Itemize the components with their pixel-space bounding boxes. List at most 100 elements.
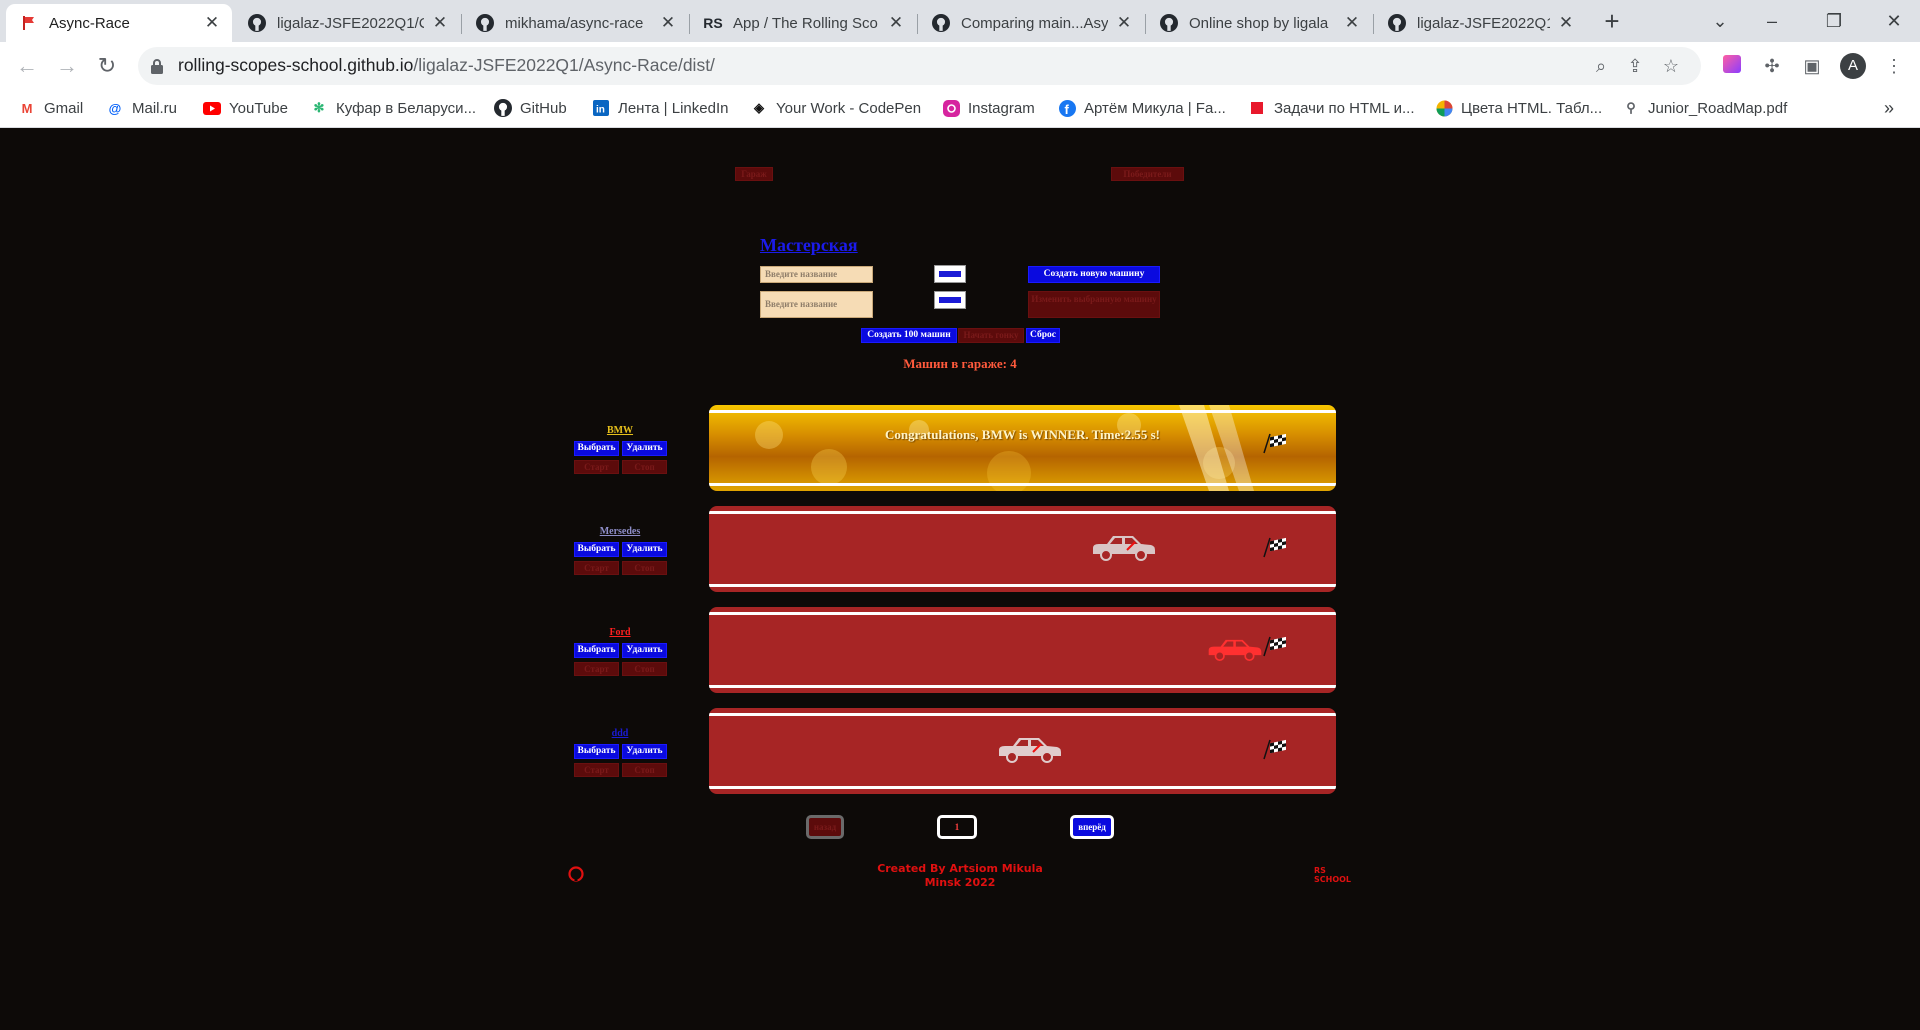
tab-close-icon[interactable]: ✕: [1114, 13, 1134, 33]
tab-close-icon[interactable]: ✕: [430, 13, 450, 33]
forward-icon[interactable]: →: [52, 51, 82, 81]
tab-github-2[interactable]: mikhama/async-race ✕: [462, 4, 688, 42]
bookmark-linkedin[interactable]: in Лента | LinkedIn: [592, 90, 728, 126]
tab-close-icon[interactable]: ✕: [202, 13, 222, 33]
bookmark-kufar[interactable]: ✻ Куфар в Беларуси...: [310, 90, 477, 126]
kufar-icon: ✻: [313, 100, 325, 115]
race-track: [709, 607, 1336, 693]
remove-car-button[interactable]: Удалить: [622, 643, 667, 658]
bookmark-html-tasks[interactable]: Задачи по HTML и...: [1248, 90, 1415, 126]
stop-engine-button[interactable]: Стоп: [622, 662, 667, 676]
garage-nav-button[interactable]: Гараж: [735, 167, 773, 181]
tab-search-chevron-icon[interactable]: ⌄: [1700, 6, 1740, 36]
more-bookmarks-chevron[interactable]: »: [1884, 90, 1894, 126]
tab-async-race[interactable]: Async-Race ✕: [6, 4, 232, 42]
tab-github-3[interactable]: Comparing main...Asy ✕: [918, 4, 1144, 42]
start-engine-button[interactable]: Старт: [574, 662, 619, 676]
back-icon[interactable]: ←: [12, 51, 42, 81]
generate-cars-button[interactable]: Создать 100 машин: [861, 328, 957, 343]
tab-github-1[interactable]: ligalaz-JSFE2022Q1/C ✕: [234, 4, 460, 42]
create-car-button[interactable]: Создать новую машину: [1028, 266, 1160, 283]
bookmark-youtube[interactable]: YouTube: [203, 90, 288, 126]
car-icon: [1091, 534, 1157, 567]
tab-rs-app[interactable]: RS App / The Rolling Sco ✕: [690, 4, 916, 42]
color-swatch: [939, 297, 961, 303]
select-car-button[interactable]: Выбрать: [574, 441, 619, 456]
tab-github-4[interactable]: Online shop by ligala ✕: [1146, 4, 1372, 42]
bookmark-gmail[interactable]: M Gmail: [18, 90, 84, 126]
tab-github-5[interactable]: ligalaz-JSFE2022Q1/A ✕: [1374, 4, 1586, 42]
side-panel-icon[interactable]: ▣: [1800, 54, 1824, 78]
track-border-top: [709, 410, 1336, 413]
pdf-icon: ⚲: [1626, 100, 1636, 115]
remove-car-button[interactable]: Удалить: [622, 441, 667, 456]
winner-bokeh-background: [755, 405, 1254, 491]
finish-flag-icon: [1262, 635, 1288, 662]
share-icon[interactable]: ⇪: [1624, 55, 1646, 77]
race-button[interactable]: Начать гонку: [958, 328, 1024, 343]
stop-engine-button[interactable]: Стоп: [622, 763, 667, 777]
start-engine-button[interactable]: Старт: [574, 460, 619, 474]
github-icon: [932, 14, 950, 32]
remove-car-button[interactable]: Удалить: [622, 744, 667, 759]
extensions-puzzle-icon[interactable]: ✣: [1760, 54, 1784, 78]
menu-kebab-icon[interactable]: ⋮: [1882, 54, 1906, 78]
minimize-icon[interactable]: –: [1752, 6, 1792, 36]
tab-close-icon[interactable]: ✕: [1342, 13, 1362, 33]
reload-icon[interactable]: ↻: [92, 51, 122, 81]
remove-car-button[interactable]: Удалить: [622, 542, 667, 557]
restore-icon[interactable]: ❐: [1814, 6, 1854, 36]
tab-close-icon[interactable]: ✕: [1556, 13, 1576, 33]
bookmark-facebook[interactable]: f Артём Микула | Fa...: [1058, 90, 1226, 126]
select-car-button[interactable]: Выбрать: [574, 643, 619, 658]
select-car-button[interactable]: Выбрать: [574, 744, 619, 759]
car-name-ddd: ddd: [611, 728, 629, 739]
async-race-page: Гараж Победители Мастерская Введите назв…: [0, 128, 1920, 1030]
extension-gradient-icon[interactable]: [1720, 54, 1744, 78]
address-bar[interactable]: rolling-scopes-school.github.io/ligalaz-…: [138, 47, 1701, 85]
track-border-bottom: [709, 584, 1336, 587]
update-car-button[interactable]: Изменить выбранную машину: [1028, 291, 1160, 318]
finish-flag-icon: [1262, 738, 1288, 765]
github-footer-icon[interactable]: [568, 866, 584, 887]
bookmark-mailru[interactable]: @ Mail.ru: [106, 90, 177, 126]
bookmark-github[interactable]: GitHub: [494, 90, 567, 126]
stop-engine-button[interactable]: Стоп: [622, 561, 667, 575]
new-tab-icon[interactable]: +: [1598, 8, 1626, 36]
create-name-input[interactable]: Введите название: [760, 266, 873, 283]
tab-close-icon[interactable]: ✕: [658, 13, 678, 33]
reset-button[interactable]: Сброс: [1026, 328, 1060, 343]
create-color-picker[interactable]: [934, 265, 966, 283]
bookmark-html-colors[interactable]: Цвета HTML. Табл...: [1435, 90, 1602, 126]
next-page-button[interactable]: вперёд: [1070, 815, 1114, 839]
profile-avatar[interactable]: A: [1840, 53, 1866, 79]
start-engine-button[interactable]: Старт: [574, 763, 619, 777]
prev-page-button[interactable]: назад: [806, 815, 844, 839]
red-flag-icon: [20, 14, 38, 32]
window-close-icon[interactable]: ✕: [1874, 6, 1914, 36]
rs-school-logo[interactable]: RS SCHOOL: [1314, 866, 1362, 888]
winners-nav-button[interactable]: Победители: [1111, 167, 1184, 181]
car-icon: [1207, 637, 1263, 668]
select-car-button[interactable]: Выбрать: [574, 542, 619, 557]
tab-close-icon[interactable]: ✕: [886, 13, 906, 33]
stop-engine-button[interactable]: Стоп: [622, 460, 667, 474]
start-engine-button[interactable]: Старт: [574, 561, 619, 575]
bookmark-star-icon[interactable]: ☆: [1660, 55, 1682, 77]
workshop-title: Мастерская: [760, 235, 858, 255]
bookmark-instagram[interactable]: Instagram: [942, 90, 1035, 126]
race-track: [709, 708, 1336, 794]
finish-flag-icon: [1262, 536, 1288, 563]
bookmark-roadmap-pdf[interactable]: ⚲ Junior_RoadMap.pdf: [1622, 90, 1787, 126]
youtube-icon: [203, 99, 221, 117]
update-name-input[interactable]: Введите название: [760, 291, 873, 318]
footer-credits: Created By Artsiom Mikula Minsk 2022: [877, 862, 1043, 889]
bookmarks-bar: M Gmail @ Mail.ru YouTube ✻ Куфар в Беларус…: [0, 90, 1920, 128]
codepen-icon: ◈: [754, 100, 764, 115]
bookmark-codepen[interactable]: ◈ Your Work - CodePen: [750, 90, 921, 126]
instagram-icon: [942, 99, 960, 117]
update-color-picker[interactable]: [934, 291, 966, 309]
zoom-icon[interactable]: ⌕: [1590, 55, 1612, 77]
linkedin-icon: in: [592, 99, 610, 117]
svg-text:f: f: [1064, 102, 1069, 117]
